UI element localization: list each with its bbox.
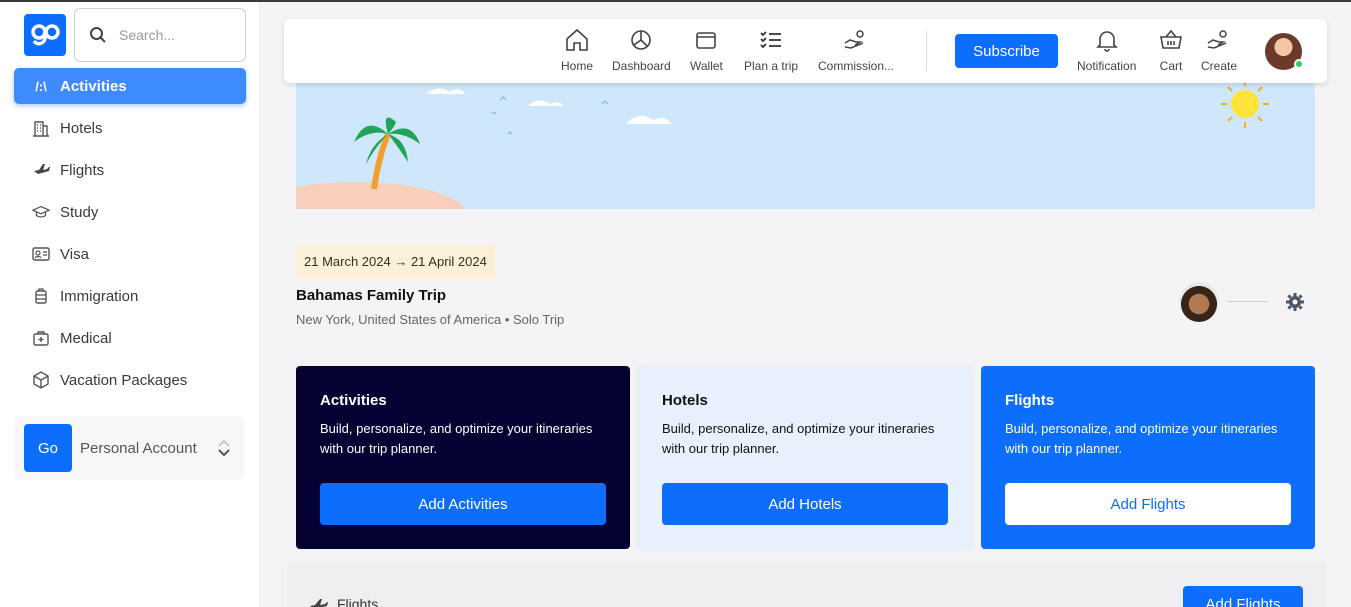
- sidebar-item-label: Hotels: [60, 119, 103, 137]
- chevron-up-down-icon[interactable]: [218, 439, 230, 457]
- card-description: Build, personalize, and optimize your it…: [320, 421, 593, 456]
- nav-label: Cart: [1159, 59, 1183, 73]
- nav-dashboard[interactable]: Dashboard: [612, 27, 671, 73]
- sidebar-item-label: Medical: [60, 329, 112, 347]
- nav-notification[interactable]: Notification: [1077, 27, 1136, 73]
- trip-banner-illustration: [296, 64, 1315, 209]
- nav-plan-a-trip[interactable]: Plan a trip: [744, 27, 798, 73]
- add-hotels-button[interactable]: Add Hotels: [662, 483, 948, 525]
- sidebar-item-vacation-packages[interactable]: Vacation Packages: [14, 362, 246, 398]
- logo[interactable]: [24, 14, 66, 56]
- flights-section: Flights Add Flights: [287, 562, 1327, 607]
- luggage-icon: [32, 287, 50, 305]
- trip-title: Bahamas Family Trip: [296, 287, 447, 304]
- settings-button[interactable]: [1285, 292, 1305, 317]
- trip-subtitle: New York, United States of America • Sol…: [296, 312, 565, 327]
- activities-icon: /:\: [35, 78, 47, 94]
- search-box[interactable]: [74, 8, 246, 62]
- user-avatar[interactable]: [1265, 33, 1304, 70]
- card-title: Hotels: [662, 392, 708, 409]
- nav-label: Notification: [1077, 59, 1137, 73]
- sidebar-item-label: Immigration: [60, 287, 139, 305]
- gear-icon: [1286, 293, 1304, 311]
- home-icon: [566, 28, 588, 51]
- basket-icon: [1160, 29, 1182, 49]
- hand-coins-icon: [1207, 30, 1227, 49]
- divider: [926, 31, 927, 71]
- sidebar-item-label: Vacation Packages: [60, 371, 188, 389]
- trip-date-range: 21 March 2024 → 21 April 2024: [296, 245, 495, 279]
- nav-cart[interactable]: Cart: [1158, 27, 1184, 73]
- nav-commission[interactable]: Commission...: [818, 27, 894, 73]
- sidebar-item-flights[interactable]: Flights: [14, 152, 246, 188]
- checklist-icon: [760, 31, 782, 49]
- package-icon: [32, 371, 50, 389]
- section-label: Flights: [337, 596, 379, 607]
- nav-label: Home: [561, 59, 594, 73]
- hand-coins-icon: [844, 30, 864, 49]
- hotel-icon: [32, 119, 50, 137]
- sidebar-item-label: Activities: [60, 77, 127, 95]
- nav-wallet[interactable]: Wallet: [690, 27, 723, 73]
- plane-icon: [32, 161, 50, 179]
- activities-card: Activities Build, personalize, and optim…: [296, 366, 630, 549]
- plane-icon: [310, 599, 328, 607]
- nav-label: Plan a trip: [744, 59, 799, 73]
- nav-label: Create: [1201, 59, 1238, 73]
- bell-icon: [1095, 31, 1118, 52]
- pie-chart-icon: [631, 30, 652, 50]
- sidebar-item-study[interactable]: Study: [14, 194, 246, 230]
- nav-create[interactable]: Create: [1201, 27, 1237, 73]
- account-switcher[interactable]: Go Personal Account: [14, 416, 244, 480]
- sidebar-item-activities[interactable]: /:\ Activities: [14, 68, 246, 104]
- id-card-icon: [32, 245, 50, 263]
- add-activities-button[interactable]: Add Activities: [320, 483, 606, 525]
- nav-home[interactable]: Home: [561, 27, 593, 73]
- search-input[interactable]: [119, 27, 229, 43]
- account-badge: Go: [24, 424, 72, 472]
- search-icon: [90, 27, 106, 43]
- card-title: Activities: [320, 392, 387, 409]
- account-name: Personal Account: [80, 439, 197, 457]
- add-flights-section-button[interactable]: Add Flights: [1183, 586, 1303, 607]
- subscribe-button[interactable]: Subscribe: [955, 34, 1058, 68]
- sidebar-item-label: Flights: [60, 161, 105, 179]
- hotels-card: Hotels Build, personalize, and optimize …: [638, 366, 972, 549]
- sidebar-item-visa[interactable]: Visa: [14, 236, 246, 272]
- nav-label: Wallet: [690, 59, 723, 73]
- flights-section-header: Flights: [309, 596, 378, 607]
- sidebar: /:\ Activities Hotels Flights Study Visa…: [0, 2, 260, 607]
- traveler-avatar[interactable]: [1179, 282, 1219, 322]
- sidebar-item-label: Visa: [60, 245, 89, 263]
- card-description: Build, personalize, and optimize your it…: [662, 421, 935, 456]
- card-title: Flights: [1005, 392, 1055, 409]
- top-navigation-bar: Home Dashboard Wallet Plan a trip Commis…: [284, 19, 1327, 83]
- nav-label: Commission...: [818, 59, 895, 73]
- sidebar-item-label: Study: [60, 203, 99, 221]
- sidebar-item-hotels[interactable]: Hotels: [14, 110, 246, 146]
- flights-card: Flights Build, personalize, and optimize…: [981, 366, 1315, 549]
- medical-kit-icon: [32, 329, 50, 347]
- divider: [1227, 301, 1267, 302]
- add-flights-button[interactable]: Add Flights: [1005, 483, 1291, 525]
- nav-label: Dashboard: [612, 59, 671, 73]
- card-description: Build, personalize, and optimize your it…: [1005, 421, 1278, 456]
- sidebar-item-medical[interactable]: Medical: [14, 320, 246, 356]
- online-status-dot: [1294, 59, 1304, 69]
- wallet-icon: [696, 32, 717, 49]
- sidebar-item-immigration[interactable]: Immigration: [14, 278, 246, 314]
- graduation-cap-icon: [32, 203, 50, 221]
- go-logo-icon: [31, 24, 60, 46]
